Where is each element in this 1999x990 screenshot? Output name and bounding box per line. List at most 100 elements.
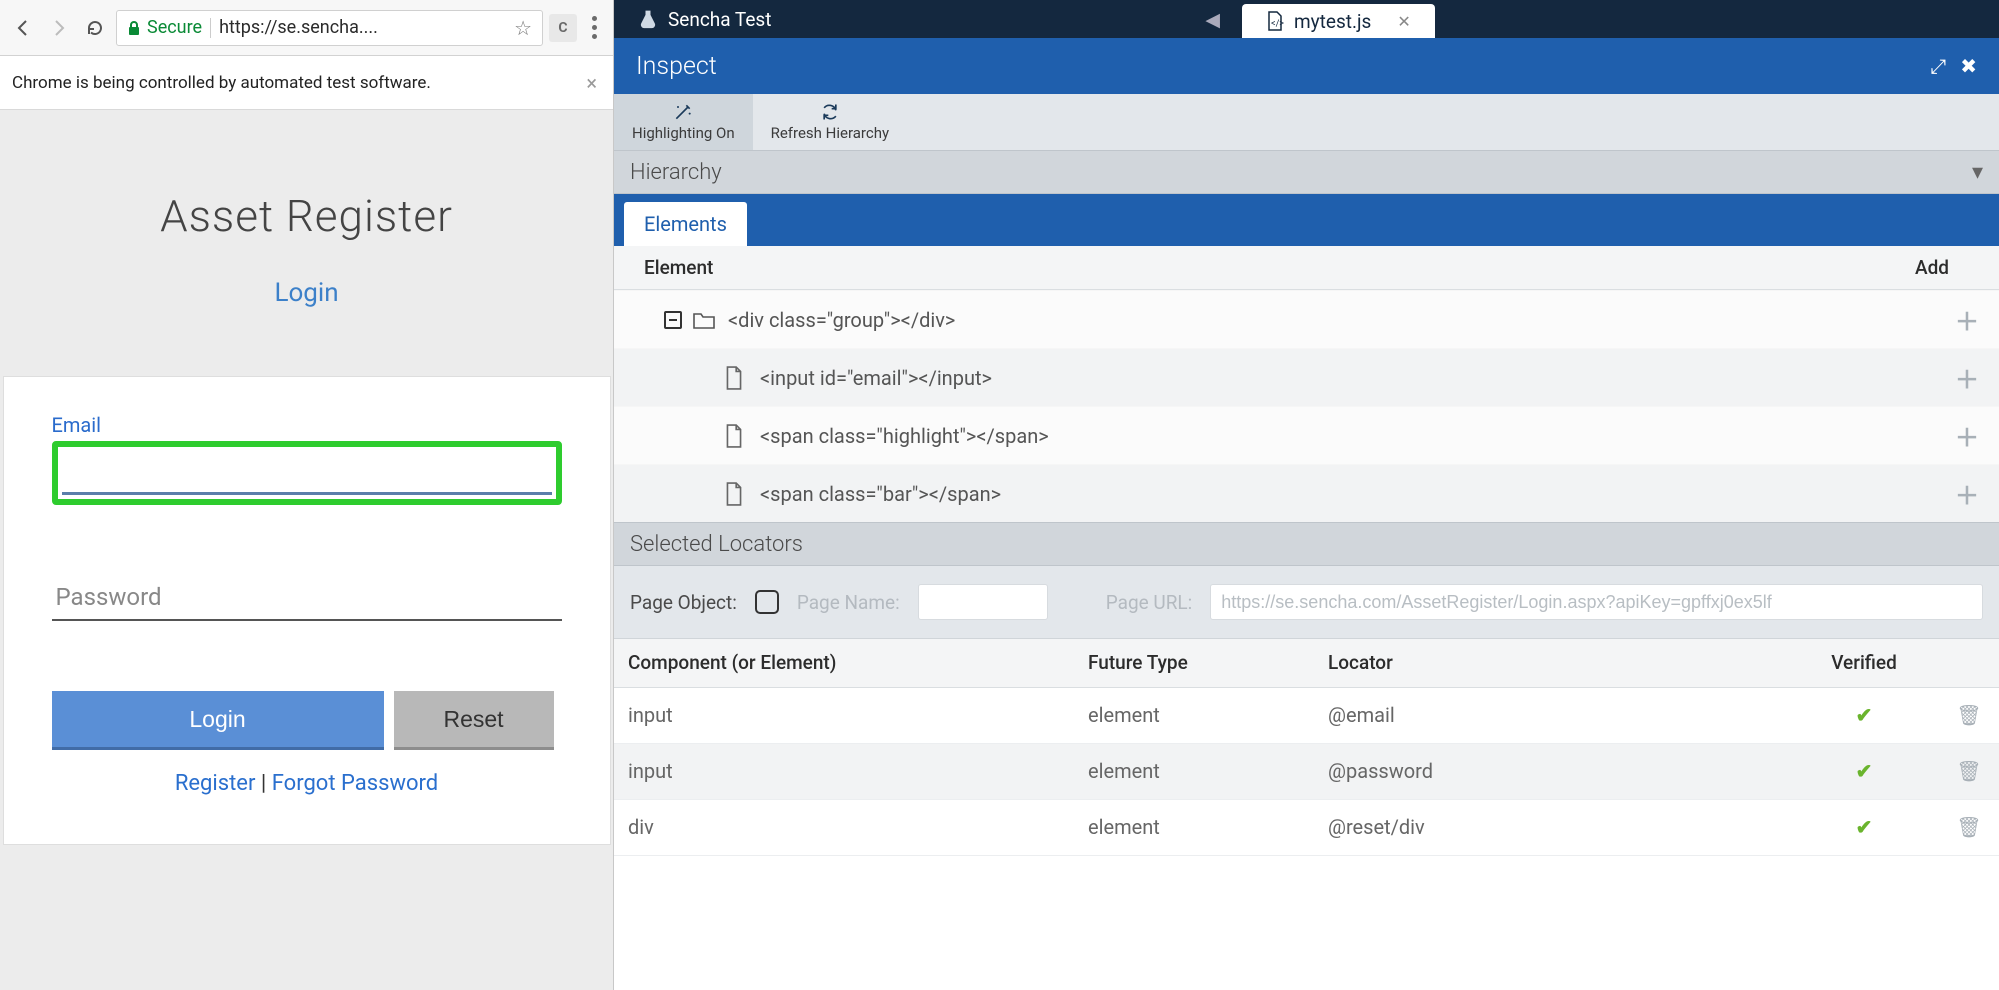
expand-icon[interactable]: ⤢ bbox=[1930, 54, 1946, 78]
browser-toolbar: Secure https://se.sencha.... ☆ C bbox=[0, 0, 613, 56]
automation-banner: Chrome is being controlled by automated … bbox=[0, 56, 613, 110]
cell-verified: ✔ bbox=[1789, 799, 1939, 855]
cell-delete[interactable]: 🗑 bbox=[1939, 743, 1999, 799]
refresh-label: Refresh Hierarchy bbox=[771, 124, 889, 142]
add-icon[interactable]: ＋ bbox=[1955, 302, 1979, 337]
check-icon: ✔ bbox=[1856, 815, 1873, 839]
login-page: Asset Register Login Email Password Logi… bbox=[0, 110, 613, 990]
cell-component: input bbox=[614, 687, 1074, 743]
trash-icon: 🗑 bbox=[1956, 759, 1981, 783]
wand-icon bbox=[672, 102, 694, 122]
page-object-checkbox[interactable] bbox=[755, 590, 779, 614]
ide-panel: Sencha Test ◀ </> mytest.js ✕ Inspect ⤢ … bbox=[614, 0, 1999, 990]
cell-future: element bbox=[1074, 743, 1314, 799]
banner-text: Chrome is being controlled by automated … bbox=[12, 73, 431, 93]
chevron-left-icon: ◀ bbox=[1205, 8, 1220, 31]
add-icon[interactable]: ＋ bbox=[1955, 476, 1979, 511]
chevron-down-icon: ▾ bbox=[1972, 160, 1983, 185]
tree-node-label: <div class="group"></div> bbox=[728, 308, 955, 332]
tree-row[interactable]: <input id="email"></input> ＋ bbox=[614, 348, 1999, 406]
table-row[interactable]: inputelement@password✔🗑 bbox=[614, 743, 1999, 799]
url-text: https://se.sencha.... bbox=[219, 17, 506, 38]
password-input[interactable]: Password bbox=[52, 575, 562, 621]
page-name-label: Page Name: bbox=[797, 591, 900, 614]
reset-button[interactable]: Reset bbox=[394, 691, 554, 747]
page-object-label: Page Object: bbox=[630, 591, 737, 614]
tab-file[interactable]: </> mytest.js ✕ bbox=[1242, 4, 1435, 38]
ide-tab-bar: Sencha Test ◀ </> mytest.js ✕ bbox=[614, 0, 1999, 38]
reload-button[interactable] bbox=[80, 13, 110, 43]
table-row[interactable]: inputelement@email✔ 🗑 bbox=[614, 687, 1999, 743]
col-header: Component (or Element) bbox=[614, 639, 1074, 687]
page-url-label: Page URL: bbox=[1106, 591, 1193, 614]
tree-header: Element Add bbox=[614, 246, 1999, 290]
cell-verified: ✔ bbox=[1789, 687, 1939, 743]
email-label: Email bbox=[52, 413, 562, 437]
col-header bbox=[1939, 639, 1999, 687]
tree-row[interactable]: <div class="group"></div> ＋ bbox=[614, 290, 1999, 348]
inspect-bar: Inspect ⤢ ✖ bbox=[614, 38, 1999, 94]
close-panel-icon[interactable]: ✖ bbox=[1960, 54, 1977, 78]
forgot-link[interactable]: Forgot Password bbox=[272, 771, 438, 796]
forward-button[interactable] bbox=[44, 13, 74, 43]
email-highlight bbox=[52, 441, 562, 505]
tree-row[interactable]: <span class="bar"></span>＋ bbox=[614, 464, 1999, 522]
file-icon: </> bbox=[1266, 11, 1284, 31]
file-icon bbox=[724, 424, 744, 448]
folder-icon bbox=[692, 310, 716, 330]
tab-app-label: Sencha Test bbox=[668, 8, 771, 31]
selected-locators-label: Selected Locators bbox=[630, 532, 803, 557]
tree-node-label: <input id="email"></input> bbox=[760, 366, 992, 390]
cell-future: element bbox=[1074, 799, 1314, 855]
tree-row[interactable]: <span class="highlight"></span> ＋ bbox=[614, 406, 1999, 464]
highlighting-button[interactable]: Highlighting On bbox=[614, 94, 753, 150]
banner-close-icon[interactable]: × bbox=[586, 71, 597, 95]
selected-locators-header[interactable]: Selected Locators bbox=[614, 522, 1999, 566]
cell-future: element bbox=[1074, 687, 1314, 743]
add-icon[interactable]: ＋ bbox=[1955, 418, 1979, 453]
cell-delete[interactable]: 🗑 bbox=[1939, 799, 1999, 855]
profile-icon[interactable]: C bbox=[549, 14, 577, 42]
page-name-input[interactable] bbox=[918, 584, 1048, 620]
inspect-title: Inspect bbox=[636, 52, 717, 81]
divider bbox=[210, 18, 211, 38]
add-col-label: Add bbox=[1915, 256, 1983, 279]
cell-locator: @email bbox=[1314, 687, 1789, 743]
refresh-button[interactable]: Refresh Hierarchy bbox=[753, 94, 907, 150]
back-button[interactable] bbox=[8, 13, 38, 43]
element-tree: <div class="group"></div>＋<input id="ema… bbox=[614, 290, 1999, 522]
lock-icon: Secure bbox=[127, 17, 202, 38]
collapse-icon[interactable] bbox=[664, 311, 682, 329]
sub-tab-bar: Elements bbox=[614, 194, 1999, 246]
col-header: Verified bbox=[1789, 639, 1939, 687]
kebab-menu-icon[interactable] bbox=[583, 13, 605, 43]
url-bar[interactable]: Secure https://se.sencha.... ☆ bbox=[116, 10, 543, 46]
secure-label: Secure bbox=[147, 17, 202, 38]
page-url-input[interactable] bbox=[1210, 584, 1983, 620]
close-icon[interactable]: ✕ bbox=[1397, 12, 1410, 31]
checkbox-icon bbox=[755, 590, 779, 614]
cell-delete[interactable]: 🗑 bbox=[1939, 687, 1999, 743]
browser-panel: Secure https://se.sencha.... ☆ C Chrome … bbox=[0, 0, 614, 990]
register-link[interactable]: Register bbox=[175, 771, 256, 796]
email-input[interactable] bbox=[62, 451, 552, 495]
check-icon: ✔ bbox=[1856, 759, 1873, 783]
table-row[interactable]: divelement@reset/div✔🗑 bbox=[614, 799, 1999, 855]
page-title: Asset Register bbox=[160, 190, 453, 242]
add-icon[interactable]: ＋ bbox=[1955, 360, 1979, 395]
cell-component: input bbox=[614, 743, 1074, 799]
col-header: Locator bbox=[1314, 639, 1789, 687]
element-col-label: Element bbox=[644, 256, 713, 279]
tab-sencha-test[interactable]: Sencha Test ◀ bbox=[614, 0, 1234, 38]
star-icon[interactable]: ☆ bbox=[514, 16, 532, 40]
highlighting-label: Highlighting On bbox=[632, 124, 735, 142]
tree-node-label: <span class="highlight"></span> bbox=[760, 424, 1049, 448]
inspect-toolbar: Highlighting On Refresh Hierarchy bbox=[614, 94, 1999, 150]
file-icon bbox=[724, 482, 744, 506]
cell-locator: @reset/div bbox=[1314, 799, 1789, 855]
tab-elements[interactable]: Elements bbox=[624, 202, 747, 246]
hierarchy-header[interactable]: Hierarchy ▾ bbox=[614, 150, 1999, 194]
login-button[interactable]: Login bbox=[52, 691, 384, 747]
link-row: Register | Forgot Password bbox=[52, 771, 562, 796]
trash-icon: 🗑 bbox=[1956, 703, 1981, 727]
